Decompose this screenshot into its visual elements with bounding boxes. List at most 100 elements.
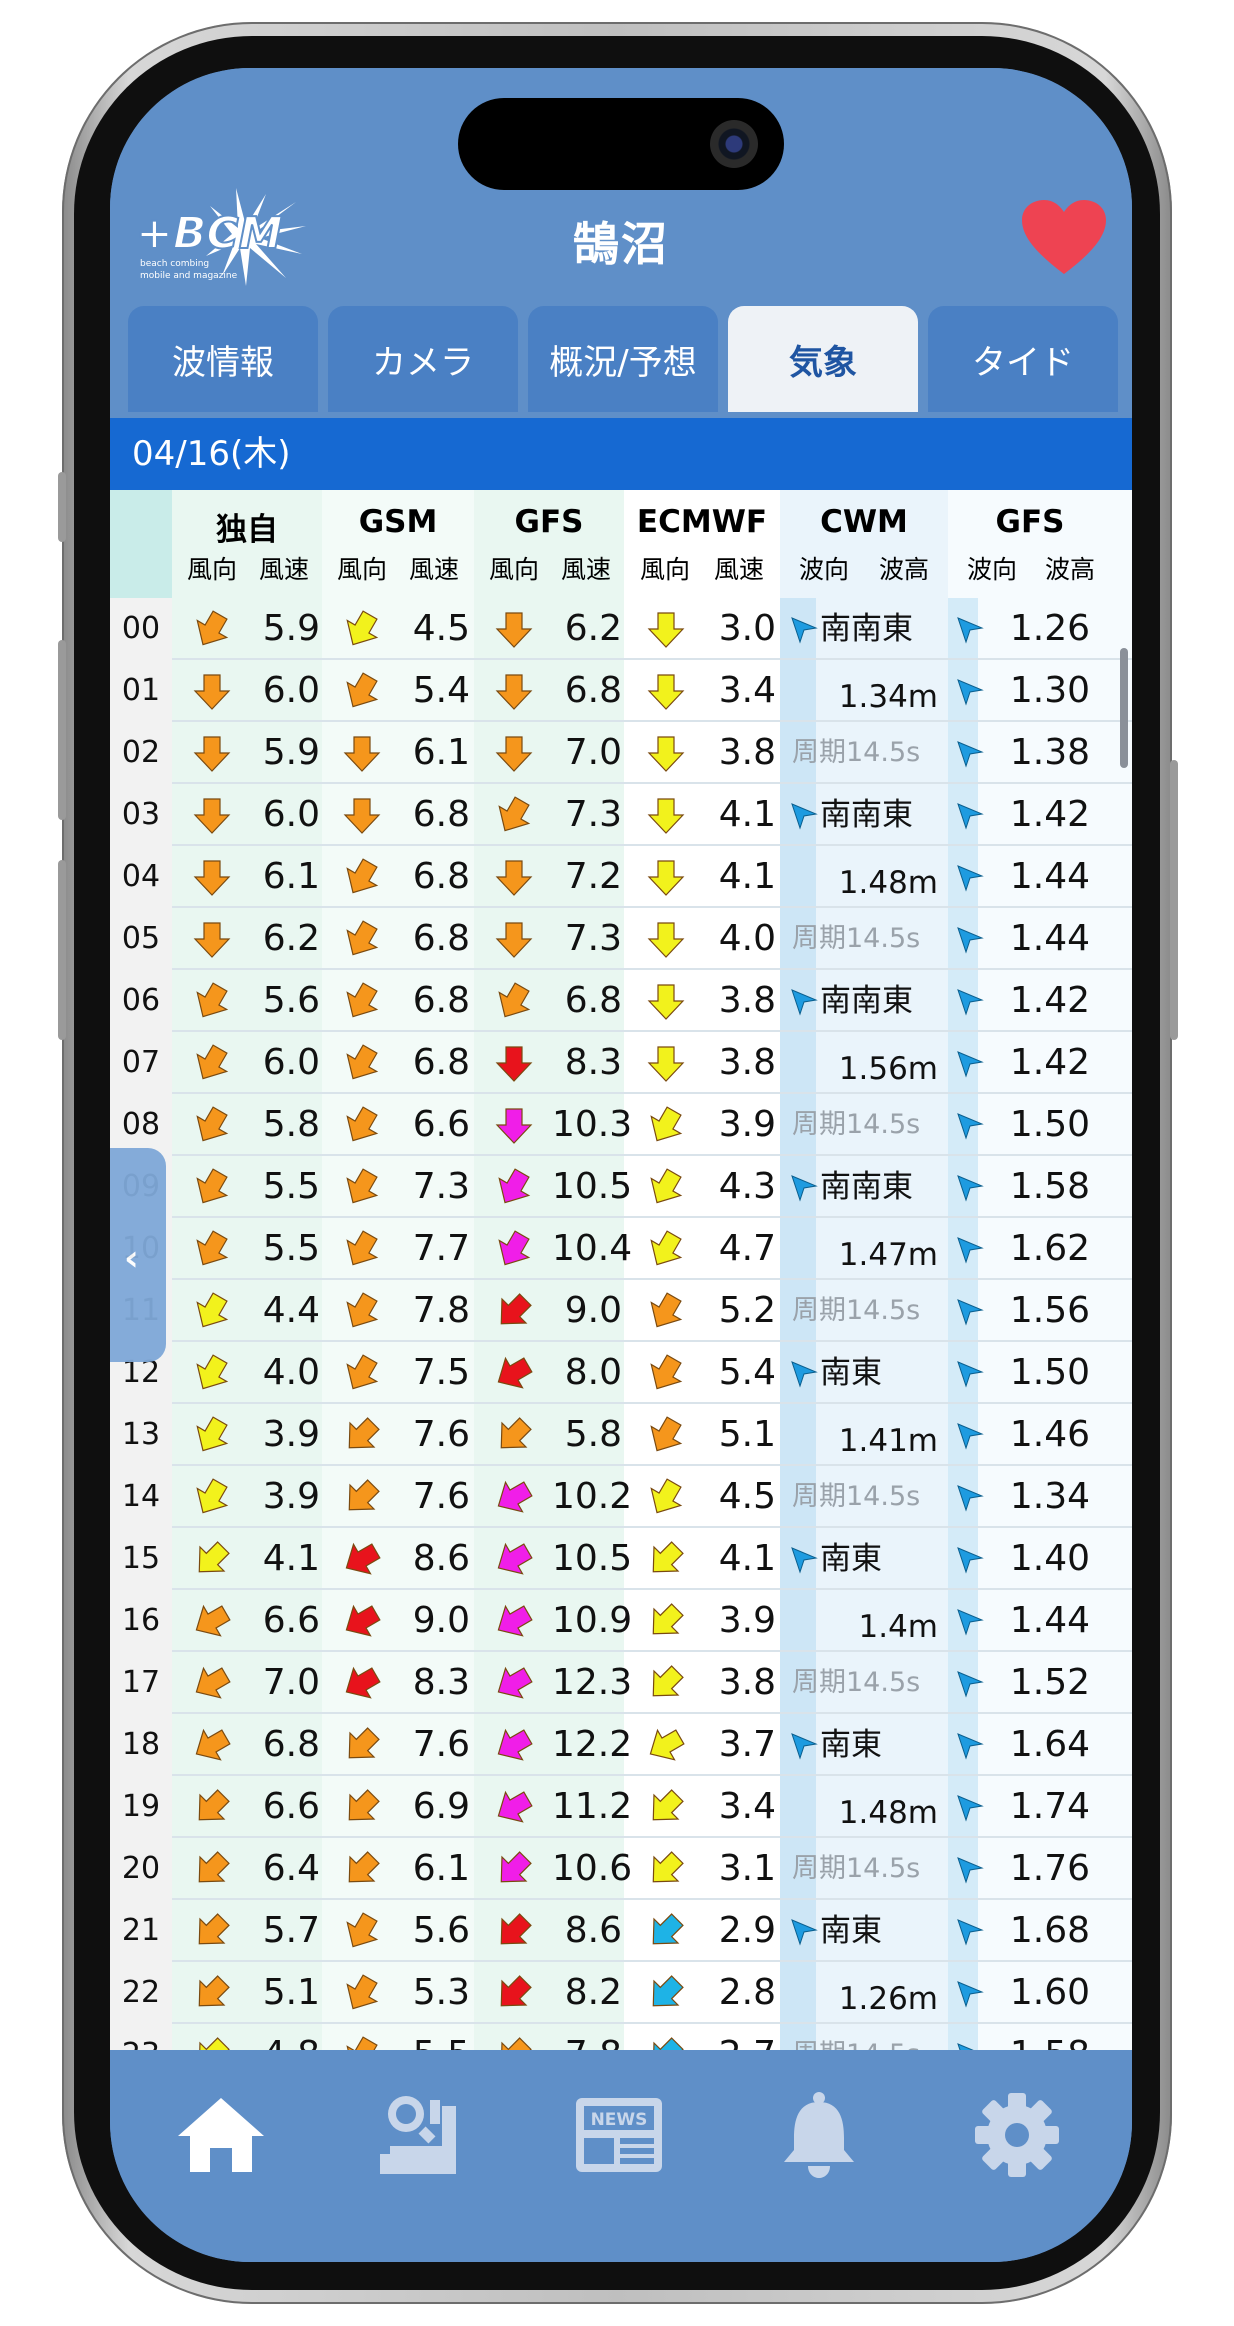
wind-direction-arrow-icon — [646, 1601, 686, 1641]
wind-speed-cell: 7.7 — [412, 1228, 470, 1269]
wind-direction-arrow-icon — [192, 981, 232, 1021]
hour-cell: 20 — [121, 1851, 161, 1886]
wind-speed-cell: 3.9 — [262, 1414, 320, 1455]
wind-direction-arrow-icon — [494, 857, 534, 897]
wind-speed-cell: 3.8 — [718, 980, 776, 1021]
wind-speed-cell: 6.1 — [412, 732, 470, 773]
table-row: 20 6.4 6.1 10.6 3.1 周期14.5s 1.76 — [110, 1838, 1132, 1900]
gfs-wave-height-cell: 1.58 — [1009, 1166, 1090, 1207]
wind-direction-arrow-icon — [192, 609, 232, 649]
wind-direction-arrow-icon — [342, 981, 382, 1021]
bell-icon[interactable] — [774, 2090, 864, 2180]
gfs-wave-direction-arrow-icon — [956, 1546, 984, 1574]
gfs-wave-direction-arrow-icon — [956, 1050, 984, 1078]
tab-weather[interactable]: 気象 — [728, 306, 918, 412]
tab-wave-info[interactable]: 波情報 — [128, 306, 318, 412]
cwm-wave-height: 1.41m — [838, 1423, 938, 1459]
gfs-wave-direction-arrow-icon — [956, 1484, 984, 1512]
hour-cell: 18 — [121, 1727, 161, 1762]
hour-cell: 03 — [121, 797, 161, 832]
gear-icon[interactable] — [972, 2090, 1062, 2180]
wind-speed-cell: 5.8 — [262, 1104, 320, 1145]
cwm-wave-height: 1.48m — [838, 1795, 938, 1831]
wind-direction-arrow-icon — [494, 1229, 534, 1269]
page-title: 鵠沼 — [573, 217, 669, 271]
gfs-wave-direction-arrow-icon — [956, 1608, 984, 1636]
wind-direction-arrow-icon — [342, 1353, 382, 1393]
cwm-wave-period: 周期14.5s — [792, 1295, 921, 1326]
hour-cell: 00 — [121, 611, 161, 646]
gfs-wave-direction-arrow-icon — [956, 1918, 984, 1946]
wind-speed-cell: 4.5 — [412, 608, 470, 649]
side-drawer-tab[interactable]: ‹ — [110, 1148, 166, 1362]
tab-tide[interactable]: タイド — [928, 306, 1118, 412]
wind-direction-arrow-icon — [342, 1787, 382, 1827]
wind-speed-cell: 4.1 — [262, 1538, 320, 1579]
header-model-1-dir: 風向 — [186, 555, 237, 584]
wind-direction-arrow-icon — [494, 733, 534, 773]
wind-direction-arrow-icon — [192, 1973, 232, 2013]
wind-direction-arrow-icon — [192, 1167, 232, 1207]
spot-search-icon[interactable] — [378, 2090, 468, 2180]
wind-direction-arrow-icon — [494, 1477, 534, 1517]
bottom-nav: NEWS — [110, 2050, 1132, 2262]
favorite-heart-icon[interactable] — [1022, 200, 1106, 276]
gfs-wave-direction-arrow-icon — [956, 1236, 984, 1264]
wind-speed-cell: 6.8 — [412, 856, 470, 897]
cwm-wave-height: 1.56m — [838, 1051, 938, 1087]
power-button — [1170, 760, 1178, 1040]
cwm-wave-direction: 南南東 — [820, 797, 913, 833]
wind-speed-cell: 3.9 — [262, 1476, 320, 1517]
header-model-4-speed: 風速 — [713, 555, 764, 584]
wind-direction-arrow-icon — [192, 1415, 232, 1455]
gfs-wave-height-cell: 1.30 — [1009, 670, 1090, 711]
wind-direction-arrow-icon — [494, 1167, 534, 1207]
wind-speed-cell: 6.9 — [412, 1786, 470, 1827]
wind-speed-cell: 8.2 — [564, 1972, 622, 2013]
cwm-wave-period: 周期14.5s — [792, 923, 921, 954]
vertical-scrollbar[interactable] — [1120, 648, 1128, 768]
wind-speed-cell: 10.2 — [552, 1476, 633, 1517]
wind-direction-arrow-icon — [646, 2035, 686, 2050]
wind-speed-cell: 3.8 — [718, 1042, 776, 1083]
wind-speed-cell: 6.2 — [564, 608, 622, 649]
wind-direction-arrow-icon — [192, 1229, 232, 1269]
wind-direction-arrow-icon — [646, 1353, 686, 1393]
wind-speed-cell: 6.1 — [262, 856, 320, 897]
table-row: 23 4.8 5.5 7.8 2.7 周期14.5s 1.58 — [110, 2024, 1132, 2050]
table-row: 18 6.8 7.6 12.2 3.7 南東 1.64 — [110, 1714, 1132, 1776]
wind-direction-arrow-icon — [192, 795, 232, 835]
table-row: 22 5.1 5.3 8.2 2.8 1.26m 1.60 — [110, 1962, 1132, 2024]
news-icon[interactable]: NEWS — [574, 2090, 664, 2180]
wind-direction-arrow-icon — [646, 795, 686, 835]
header-model-2: GSM — [358, 504, 438, 540]
wave-direction-arrow-icon — [790, 1174, 818, 1202]
tab-overview-forecast[interactable]: 概況/予想 — [528, 306, 718, 412]
wind-direction-arrow-icon — [494, 1415, 534, 1455]
gfs-wave-direction-arrow-icon — [956, 2042, 984, 2050]
wind-speed-cell: 4.0 — [262, 1352, 320, 1393]
cwm-wave-height: 1.48m — [838, 865, 938, 901]
gfs-wave-direction-arrow-icon — [956, 988, 984, 1016]
wind-speed-cell: 7.0 — [262, 1662, 320, 1703]
header-gfs-wave: GFS — [995, 504, 1065, 540]
wind-speed-cell: 8.6 — [412, 1538, 470, 1579]
tab-bar: 波情報 カメラ 概況/予想 気象 タイド — [128, 306, 1132, 416]
table-row: 01 6.0 5.4 6.8 3.4 1.34m 1.30 — [110, 660, 1132, 722]
tab-camera[interactable]: カメラ — [328, 306, 518, 412]
wind-direction-arrow-icon — [494, 795, 534, 835]
gfs-wave-height-cell: 1.26 — [1009, 608, 1090, 649]
cwm-wave-height: 1.47m — [838, 1237, 938, 1273]
home-icon[interactable] — [176, 2090, 266, 2180]
wind-direction-arrow-icon — [494, 919, 534, 959]
table-header: 独自 風向 風速 GSM 風向 風速 GFS 風向 風速 ECMWF 風向 風速… — [110, 490, 1132, 598]
wind-direction-arrow-icon — [342, 733, 382, 773]
wind-speed-cell: 4.0 — [718, 918, 776, 959]
wind-direction-arrow-icon — [342, 1911, 382, 1951]
chevron-left-icon: ‹ — [124, 1238, 139, 1279]
wind-speed-cell: 7.6 — [412, 1414, 470, 1455]
table-row: 03 6.0 6.8 7.3 4.1 南南東 1.42 — [110, 784, 1132, 846]
wind-speed-cell: 6.8 — [412, 1042, 470, 1083]
forecast-table[interactable]: 独自 風向 風速 GSM 風向 風速 GFS 風向 風速 ECMWF 風向 風速… — [110, 490, 1132, 2050]
wind-speed-cell: 5.4 — [718, 1352, 776, 1393]
